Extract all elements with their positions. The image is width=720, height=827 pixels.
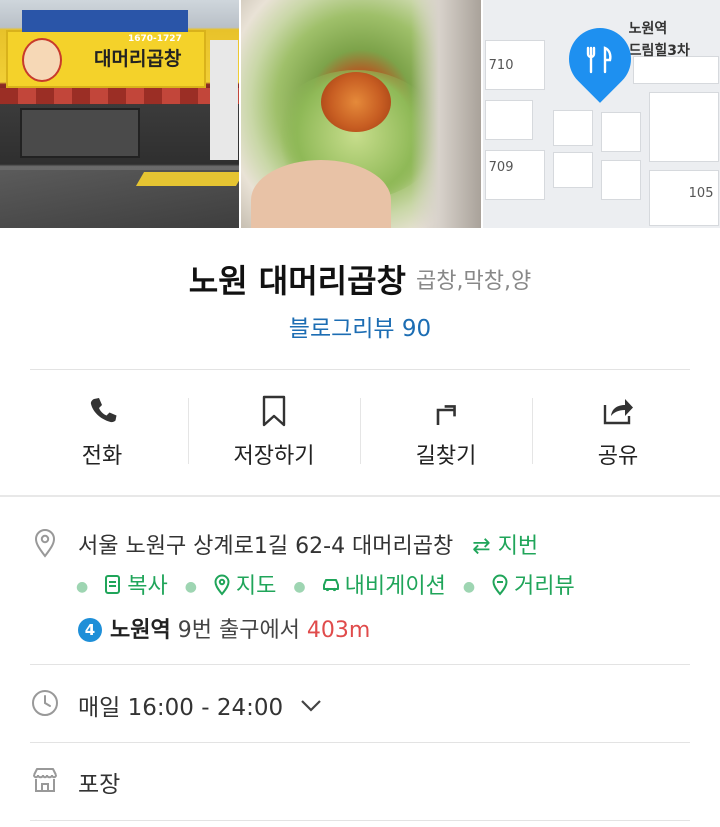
- jibun-toggle[interactable]: ⇄ 지번: [472, 534, 538, 559]
- awning: [0, 88, 240, 104]
- bullet: ●: [462, 579, 476, 595]
- hours-text: 매일 16:00 - 24:00: [78, 695, 284, 721]
- shop-window: [20, 108, 140, 158]
- gopchang-topping: [321, 72, 392, 132]
- navigation-link[interactable]: 내비게이션: [321, 574, 453, 599]
- service-text: 포장: [78, 772, 121, 798]
- address-text: 서울 노원구 상계로1길 62-4 대머리곱창: [78, 534, 454, 559]
- map-link[interactable]: 지도: [212, 574, 283, 599]
- address-row: 서울 노원구 상계로1길 62-4 대머리곱창 ⇄ 지번: [78, 528, 538, 560]
- action-bar: 전화 저장하기 길찾기 공유: [16, 380, 704, 484]
- map-label: 지도: [235, 574, 277, 599]
- clock-icon: [32, 690, 58, 716]
- map-block: [552, 110, 593, 146]
- navigation-label: 내비게이션: [344, 574, 446, 599]
- map-block: [484, 100, 533, 140]
- sign-mascot: [22, 38, 62, 82]
- bookmark-icon: [262, 395, 286, 427]
- map-place-label: 드림힐3차: [628, 43, 690, 59]
- copy-icon: [105, 575, 121, 594]
- restaurant-icon: [583, 46, 617, 74]
- sign-text: 대머리곱창: [94, 48, 182, 70]
- car-icon: [322, 579, 339, 592]
- hours-row[interactable]: 매일 16:00 - 24:00: [78, 688, 322, 722]
- map-place-label: 노원역: [628, 21, 668, 37]
- phone-icon: [90, 398, 117, 423]
- copy-label: 복사: [127, 574, 168, 599]
- street-view-icon: [492, 574, 508, 596]
- directions-icon: [436, 405, 456, 425]
- share-icon: [603, 399, 633, 425]
- bullet: ●: [184, 579, 197, 595]
- map-lot-label: 710: [488, 58, 514, 73]
- map-thumbnail[interactable]: 710 709 105 노원역 드림힐3차: [482, 0, 720, 228]
- location-icon: [34, 529, 56, 558]
- sign-banner: [22, 10, 188, 32]
- map-block: [484, 150, 545, 200]
- distance-text: 403m: [306, 618, 371, 643]
- divider: [30, 664, 690, 665]
- map-block: [600, 112, 641, 152]
- road-marking: [135, 172, 240, 186]
- side-banner: [210, 40, 238, 160]
- call-button[interactable]: 전화: [16, 380, 188, 484]
- subway-row: 4 노원역 9번 출구에서 403m: [78, 612, 370, 644]
- bullet: ●: [76, 579, 89, 595]
- food-photo[interactable]: [241, 0, 481, 228]
- exit-text: 9번 출구에서: [170, 618, 307, 643]
- place-name: 노원 대머리곱창: [188, 262, 407, 300]
- street-view-label: 거리뷰: [514, 574, 575, 599]
- station-name: 노원역: [110, 618, 171, 643]
- copy-link[interactable]: 복사: [103, 574, 174, 599]
- bullet: ●: [293, 579, 306, 595]
- directions-button[interactable]: 길찾기: [360, 380, 532, 484]
- sign-phone: 1670-1727: [128, 34, 182, 44]
- save-label: 저장하기: [233, 444, 315, 469]
- review-row: 블로그리뷰 90: [0, 309, 720, 343]
- divider: [30, 820, 690, 821]
- call-label: 전화: [81, 444, 123, 469]
- divider: [30, 369, 690, 370]
- street-view-link[interactable]: 거리뷰: [490, 574, 575, 599]
- map-lot-label: 709: [488, 160, 514, 175]
- blog-review-link[interactable]: 블로그리뷰 90: [289, 316, 431, 342]
- divider: [30, 742, 690, 743]
- storefront-photo[interactable]: 대머리곱창 1670-1727: [0, 0, 240, 228]
- save-button[interactable]: 저장하기: [188, 380, 360, 484]
- chevron-down-icon[interactable]: [300, 699, 322, 713]
- place-category: 곱창,막창,양: [416, 269, 532, 294]
- share-label: 공유: [597, 444, 639, 469]
- map-pin-icon: [214, 574, 230, 596]
- section-divider: [0, 495, 720, 497]
- photo-strip[interactable]: 대머리곱창 1670-1727 710 709 105 노원역 드림힐3차: [0, 0, 720, 228]
- map-block: [552, 152, 593, 188]
- map-block: [648, 92, 719, 162]
- share-button[interactable]: 공유: [532, 380, 704, 484]
- directions-label: 길찾기: [415, 444, 477, 469]
- address-links: ● 복사 ● 지도 ● 내비게이션 ● 거리뷰: [76, 568, 585, 600]
- subway-line-badge: 4: [78, 618, 102, 642]
- store-icon: [33, 768, 57, 792]
- map-block: [600, 160, 641, 200]
- foil-background: [410, 0, 481, 228]
- map-lot-label: 105: [688, 186, 714, 201]
- title-row: 노원 대머리곱창 곱창,막창,양: [0, 256, 720, 302]
